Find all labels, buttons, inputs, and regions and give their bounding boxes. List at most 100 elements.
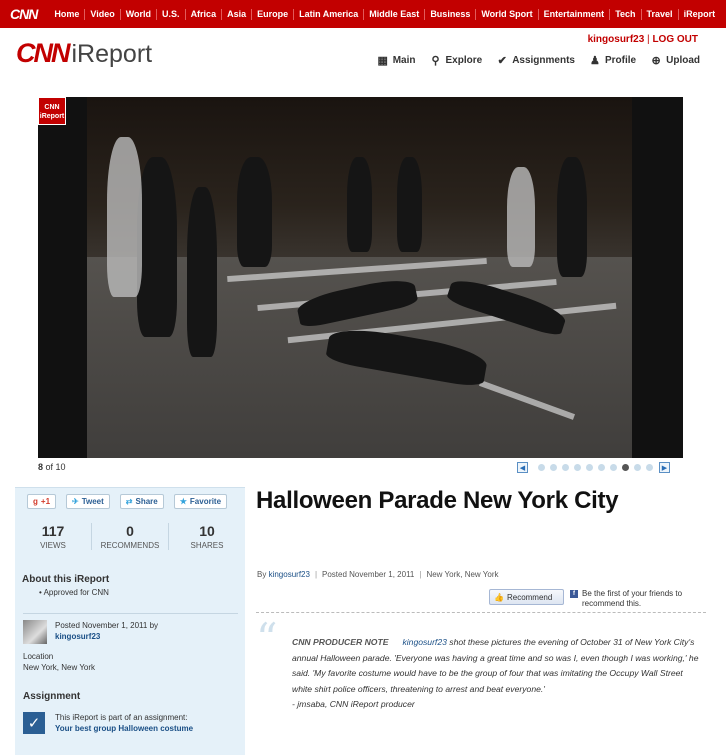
about-title: About this iReport: [22, 574, 110, 585]
nav-link-us[interactable]: U.S.: [157, 8, 186, 20]
stat-label: RECOMMENDS: [100, 541, 160, 550]
prev-arrow-icon[interactable]: ◀: [517, 462, 528, 473]
nav-link-europe[interactable]: Europe: [252, 8, 295, 20]
photo-person: [347, 157, 372, 252]
photo-person: [187, 187, 217, 357]
pager-dot[interactable]: [574, 464, 581, 471]
pager-dot[interactable]: [622, 464, 629, 471]
total-photo-number: 10: [55, 462, 66, 472]
meta-separator: |: [314, 570, 318, 579]
share-label: Share: [135, 497, 158, 506]
logo-cnn-text: CNN: [16, 38, 70, 68]
avatar[interactable]: [23, 620, 47, 644]
cnn-logo[interactable]: CNN: [0, 6, 49, 22]
twitter-icon: ✈: [72, 497, 79, 506]
nav-link-asia[interactable]: Asia: [222, 8, 253, 20]
stats-row: 117 VIEWS 0 RECOMMENDS 10 SHARES: [15, 523, 245, 550]
posted-date: Posted November 1, 2011: [322, 570, 415, 579]
posted-text: Posted November 1, 2011 by kingosurf23: [55, 620, 158, 644]
gallery-pager: ◀ ▶: [517, 462, 670, 473]
nav-link-travel[interactable]: Travel: [642, 8, 679, 20]
nav-explore-label: Explore: [445, 54, 483, 66]
star-icon: ★: [179, 497, 187, 506]
pager-dot[interactable]: [562, 464, 569, 471]
nav-profile-label: Profile: [604, 54, 637, 66]
next-arrow-icon[interactable]: ▶: [659, 462, 670, 473]
stat-label: SHARES: [190, 541, 224, 550]
by-label: By: [257, 570, 267, 579]
article-location: New York, New York: [426, 570, 499, 579]
favorite-label: Favorite: [189, 497, 222, 506]
stat-value: 117: [41, 523, 65, 539]
gplus-button[interactable]: g +1: [27, 494, 57, 509]
social-buttons: g +1 ✈ Tweet ⇄ Share ★ Favorite: [27, 494, 228, 509]
pager-dot[interactable]: [646, 464, 653, 471]
search-icon: ⚲: [431, 54, 440, 67]
pager-dot[interactable]: [610, 464, 617, 471]
nav-link-world[interactable]: World: [121, 8, 158, 20]
posted-label: Posted November 1, 2011 by: [55, 621, 159, 630]
logout-link[interactable]: LOG OUT: [652, 34, 698, 45]
article-content: Halloween Parade New York City: [256, 485, 706, 516]
nav-explore[interactable]: ⚲ Explore: [430, 54, 483, 67]
nav-main-label: Main: [392, 54, 416, 66]
ireport-logo[interactable]: CNN iReport: [16, 38, 152, 69]
note-user-link[interactable]: kingosurf23: [402, 637, 446, 647]
person-icon: ♟: [590, 54, 600, 67]
nav-link-africa[interactable]: Africa: [186, 8, 223, 20]
photo-person: [107, 137, 142, 297]
photo-stage: [38, 97, 683, 458]
tweet-label: Tweet: [81, 497, 104, 506]
main-icon: ▦: [377, 54, 388, 67]
sidebar: g +1 ✈ Tweet ⇄ Share ★ Favorite 117 VIEWS 0 RE…: [15, 487, 245, 755]
gallery-photo[interactable]: [87, 97, 632, 458]
quote-icon: “: [256, 614, 278, 663]
note-signature: - jmsaba, CNN iReport producer: [292, 699, 415, 710]
favorite-button[interactable]: ★ Favorite: [173, 494, 228, 509]
share-button[interactable]: ⇄ Share: [119, 494, 164, 509]
nav-link-video[interactable]: Video: [85, 8, 121, 20]
nav-main[interactable]: ▦ Main: [377, 54, 416, 67]
nav-link-business[interactable]: Business: [425, 8, 477, 20]
author-link[interactable]: kingosurf23: [269, 570, 310, 579]
nav-assignments[interactable]: ✔ Assignments: [496, 54, 575, 67]
assignment-link[interactable]: Your best group Halloween costume: [55, 724, 193, 733]
stat-views: 117 VIEWS: [15, 523, 92, 550]
pager-dot[interactable]: [538, 464, 545, 471]
nav-profile[interactable]: ♟ Profile: [589, 54, 637, 67]
nav-link-latin-america[interactable]: Latin America: [294, 8, 365, 20]
pager-dot[interactable]: [634, 464, 641, 471]
photo-person: [137, 157, 177, 337]
nav-link-middle-east[interactable]: Middle East: [364, 8, 426, 20]
location-label: Location: [23, 652, 54, 661]
pager-dot[interactable]: [550, 464, 557, 471]
producer-note: “ CNN PRODUCER NOTE kingosurf23 shot thes…: [256, 612, 706, 709]
stat-shares: 10 SHARES: [169, 523, 245, 550]
nav-link-home[interactable]: Home: [49, 8, 86, 20]
nav-upload[interactable]: ⊕ Upload: [650, 54, 701, 67]
nav-link-world-sport[interactable]: World Sport: [476, 8, 539, 20]
assignment-text: This iReport is part of an assignment:: [55, 713, 188, 722]
photo-person: [507, 167, 535, 267]
pager-dot[interactable]: [586, 464, 593, 471]
nav-link-ireport[interactable]: iReport: [679, 9, 721, 20]
share-icon: ⇄: [125, 497, 133, 506]
assignment-title: Assignment: [23, 691, 81, 702]
pager-dot[interactable]: [598, 464, 605, 471]
username-link[interactable]: kingosurf23: [588, 34, 645, 45]
photo-person: [237, 157, 272, 267]
nav-link-entertainment[interactable]: Entertainment: [539, 8, 611, 20]
page-title: Halloween Parade New York City: [256, 487, 619, 514]
recommend-button[interactable]: 👍 Recommend: [489, 589, 564, 605]
article-meta: By kingosurf23 | Posted November 1, 2011 | N…: [257, 570, 499, 579]
location-info: Location New York, New York: [23, 651, 95, 673]
nav-link-tech[interactable]: Tech: [610, 8, 642, 20]
upload-icon: ⊕: [651, 54, 661, 67]
gplus-icon: g: [33, 497, 38, 506]
posted-user-link[interactable]: kingosurf23: [55, 632, 100, 641]
producer-note-text: CNN PRODUCER NOTE kingosurf23 shot these …: [292, 635, 702, 713]
logo-ireport-text: iReport: [71, 40, 153, 68]
photo-person: [557, 157, 587, 277]
tweet-button[interactable]: ✈ Tweet: [66, 494, 110, 509]
top-nav-links: Home Video World U.S. Africa Asia Europe…: [49, 8, 721, 20]
